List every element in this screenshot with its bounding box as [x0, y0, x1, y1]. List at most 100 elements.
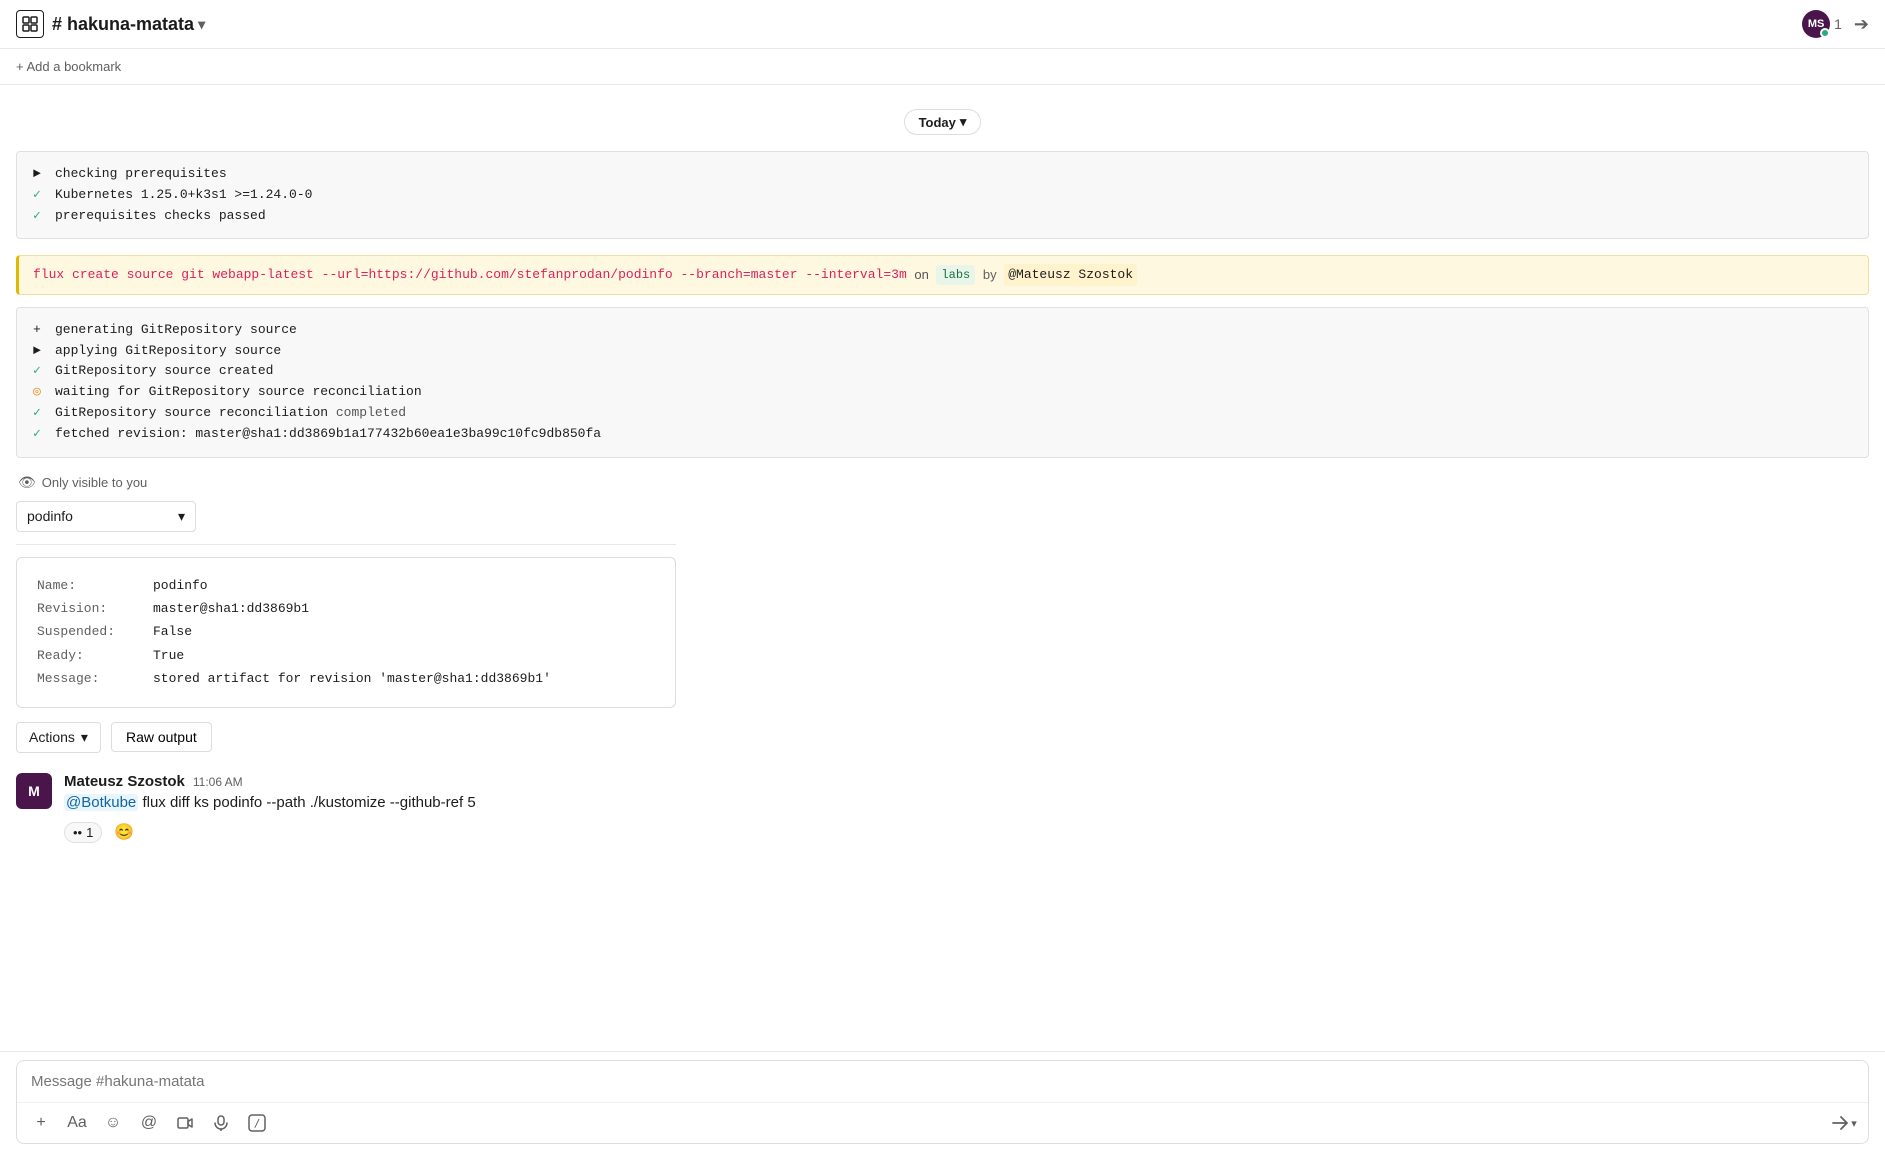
svg-text:/: / — [254, 1117, 261, 1130]
user-avatar: M — [16, 773, 52, 809]
reaction-count: 1 — [86, 825, 93, 840]
action-buttons: Actions ▾ Raw output — [16, 722, 1869, 753]
dropdown-selected-value: podinfo — [27, 508, 73, 524]
info-row-suspended: Suspended: False — [37, 620, 655, 643]
message-header: Mateusz Szostok 11:06 AM — [64, 773, 1869, 790]
podinfo-dropdown[interactable]: podinfo ▾ — [16, 501, 196, 532]
info-row-revision: Revision: master@sha1:dd3869b1 — [37, 597, 655, 620]
code-text: waiting for GitRepository source reconci… — [55, 382, 422, 403]
plus-icon: + — [33, 320, 47, 341]
slash-button[interactable]: / — [243, 1109, 271, 1137]
message-body: flux diff ks podinfo --path ./kustomize … — [142, 794, 475, 811]
reaction-item[interactable]: •• 1 — [64, 822, 102, 843]
mic-button[interactable] — [207, 1109, 235, 1137]
actions-label: Actions — [29, 729, 75, 745]
code-line: ► applying GitRepository source — [33, 341, 1852, 362]
code-text: Kubernetes 1.25.0+k3s1 >=1.24.0-0 — [55, 185, 312, 206]
check-icon: ✓ — [33, 424, 47, 445]
reactions-bar: •• 1 😊 — [64, 820, 1869, 844]
code-line: ◎ waiting for GitRepository source recon… — [33, 382, 1852, 403]
code-line: + generating GitRepository source — [33, 320, 1852, 341]
send-button[interactable]: ▾ — [1830, 1109, 1858, 1137]
code-line: ✓ GitRepository source created — [33, 361, 1852, 382]
command-text: flux create source git webapp-latest --u… — [33, 265, 907, 285]
chat-message: M Mateusz Szostok 11:06 AM @Botkube flux… — [16, 769, 1869, 849]
add-reaction-button[interactable]: 😊 — [108, 820, 140, 844]
code-text: prerequisites checks passed — [55, 206, 266, 227]
code-text: checking prerequisites — [55, 164, 227, 185]
avatar: MS — [1802, 10, 1830, 38]
info-row-name: Name: podinfo — [37, 574, 655, 597]
info-value-message: stored artifact for revision 'master@sha… — [153, 667, 551, 690]
actions-dropdown[interactable]: Actions ▾ — [16, 722, 101, 753]
info-label-ready: Ready: — [37, 644, 137, 667]
avatar-group[interactable]: MS 1 — [1802, 10, 1842, 38]
raw-output-button[interactable]: Raw output — [111, 722, 212, 752]
dropdown-chevron-icon: ▾ — [178, 508, 185, 525]
arrow-icon: ► — [33, 164, 47, 185]
message-content: Mateusz Szostok 11:06 AM @Botkube flux d… — [64, 773, 1869, 845]
info-value-revision: master@sha1:dd3869b1 — [153, 597, 309, 620]
main-content: Today ▾ ► checking prerequisites ✓ Kuber… — [0, 85, 1885, 1051]
info-value-ready: True — [153, 644, 184, 667]
message-timestamp: 11:06 AM — [193, 775, 243, 789]
visibility-text: Only visible to you — [42, 475, 148, 490]
info-label-revision: Revision: — [37, 597, 137, 620]
avatar-letter: M — [28, 783, 40, 799]
code-block-prerequisites: ► checking prerequisites ✓ Kubernetes 1.… — [16, 151, 1869, 239]
input-toolbar: + Aa ☺ @ — [17, 1102, 1868, 1143]
date-label: Today — [919, 115, 956, 130]
send-icon: ➔ — [1854, 14, 1869, 35]
check-icon: ✓ — [33, 206, 47, 227]
channel-name: # hakuna-matata — [52, 14, 194, 35]
mention-button[interactable]: @ — [135, 1109, 163, 1137]
code-line: ✓ fetched revision: master@sha1:dd3869b1… — [33, 424, 1852, 445]
code-line: ► checking prerequisites — [33, 164, 1852, 185]
info-label-name: Name: — [37, 574, 137, 597]
date-divider: Today ▾ — [0, 101, 1885, 143]
code-text: applying GitRepository source — [55, 341, 281, 362]
on-text: on — [911, 265, 933, 285]
code-line: ✓ prerequisites checks passed — [33, 206, 1852, 227]
date-chevron-icon: ▾ — [960, 114, 967, 130]
channel-icon — [16, 10, 44, 38]
command-line: flux create source git webapp-latest --u… — [16, 255, 1869, 295]
spinner-icon: ◎ — [33, 382, 47, 403]
bookmark-bar: + Add a bookmark — [0, 49, 1885, 85]
code-line: ✓ Kubernetes 1.25.0+k3s1 >=1.24.0-0 — [33, 185, 1852, 206]
app-header: # hakuna-matata ▾ MS 1 ➔ — [0, 0, 1885, 49]
channel-title[interactable]: # hakuna-matata ▾ — [52, 14, 205, 35]
code-text: GitRepository source created — [55, 361, 273, 382]
separator — [16, 544, 676, 545]
info-card: Name: podinfo Revision: master@sha1:dd38… — [16, 557, 676, 708]
channel-chevron-icon: ▾ — [198, 16, 205, 33]
input-tools-left: + Aa ☺ @ — [27, 1109, 271, 1137]
date-badge[interactable]: Today ▾ — [904, 109, 982, 135]
check-icon: ✓ — [33, 185, 47, 206]
info-value-name: podinfo — [153, 574, 208, 597]
info-label-suspended: Suspended: — [37, 620, 137, 643]
add-bookmark-button[interactable]: + Add a bookmark — [16, 59, 121, 74]
info-row-ready: Ready: True — [37, 644, 655, 667]
video-button[interactable] — [171, 1109, 199, 1137]
message-area: ► checking prerequisites ✓ Kubernetes 1.… — [0, 151, 1885, 848]
labs-badge: labs — [936, 265, 975, 285]
by-text: by — [979, 265, 1000, 285]
code-text: generating GitRepository source — [55, 320, 297, 341]
add-button[interactable]: + — [27, 1109, 55, 1137]
visibility-note: 👁 Only visible to you — [16, 474, 1869, 491]
actions-chevron-icon: ▾ — [81, 729, 88, 746]
header-right: MS 1 ➔ — [1802, 10, 1869, 38]
check-icon: ✓ — [33, 403, 47, 424]
message-text: @Botkube flux diff ks podinfo --path ./k… — [64, 792, 1869, 815]
message-input[interactable] — [17, 1061, 1868, 1102]
mention-text: @Botkube — [64, 794, 138, 811]
header-left: # hakuna-matata ▾ — [16, 10, 205, 38]
info-row-message: Message: stored artifact for revision 'm… — [37, 667, 655, 690]
send-chevron-icon: ▾ — [1851, 1117, 1857, 1130]
code-text: fetched revision: master@sha1:dd3869b1a1… — [55, 424, 601, 445]
avatar-status-indicator — [1820, 28, 1830, 38]
format-button[interactable]: Aa — [63, 1109, 91, 1137]
mention-badge: @Mateusz Szostok — [1004, 264, 1137, 286]
emoji-button[interactable]: ☺ — [99, 1109, 127, 1137]
